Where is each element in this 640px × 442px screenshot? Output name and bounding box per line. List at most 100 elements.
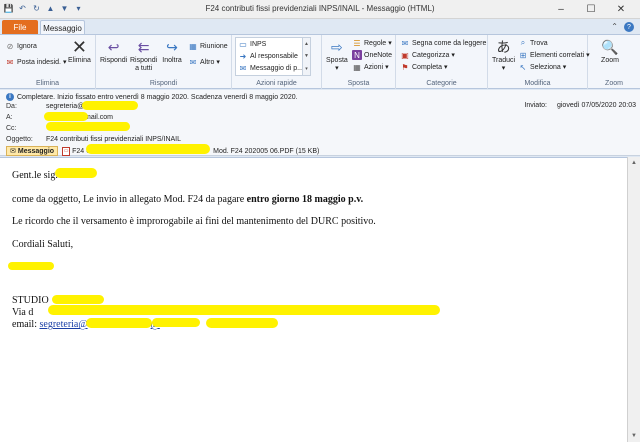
from-value[interactable]: segreteria@ bbox=[46, 103, 84, 110]
translate-button[interactable]: あ Traduci ▾ bbox=[492, 38, 515, 73]
group-label: Azioni rapide bbox=[256, 80, 297, 87]
group-label: Sposta bbox=[347, 80, 370, 87]
onenote-icon: N bbox=[352, 50, 362, 60]
actions-button[interactable]: ▦ Azioni ▾ bbox=[352, 62, 388, 72]
chevron-down-icon: ▾ bbox=[501, 65, 506, 72]
redaction-mark bbox=[152, 318, 200, 327]
redaction-mark bbox=[82, 101, 138, 110]
reply-all-icon: ⇇ bbox=[137, 39, 150, 55]
group-rispondi: ↩ Rispondi ⇇ Rispondi a tutti ↪ Inoltra … bbox=[96, 35, 232, 89]
help-icon[interactable]: ? bbox=[624, 22, 634, 32]
maximize-button[interactable]: ☐ bbox=[576, 1, 606, 17]
tab-message[interactable]: Messaggio bbox=[40, 20, 85, 35]
quick-step-manager[interactable]: ➜ Al responsabile bbox=[236, 50, 310, 62]
delete-icon: ✕ bbox=[71, 37, 88, 57]
quick-steps-list: ▭ INPS ➜ Al responsabile ✉ Messaggio di … bbox=[235, 37, 311, 76]
group-modifica: あ Traduci ▾ ⌕ Trova ⊞ Elementi correlati… bbox=[488, 35, 590, 89]
move-icon: ⇨ bbox=[331, 39, 343, 55]
forward-icon: ↪ bbox=[166, 39, 178, 55]
onenote-button[interactable]: N OneNote bbox=[352, 50, 392, 60]
subject-value: F24 contributi fissi previdenziali INPS/… bbox=[46, 136, 181, 143]
related-icon: ⊞ bbox=[519, 50, 527, 60]
junk-icon: ✉ bbox=[6, 57, 14, 67]
redaction-mark bbox=[48, 305, 440, 315]
redaction-mark bbox=[8, 262, 54, 270]
find-button[interactable]: ⌕ Trova bbox=[518, 38, 548, 48]
forward-icon: ➜ bbox=[239, 51, 247, 61]
reply-all-button[interactable]: ⇇ Rispondi a tutti bbox=[130, 38, 157, 73]
chevron-down-icon[interactable]: ▼ bbox=[304, 53, 309, 59]
redaction-mark bbox=[86, 318, 152, 328]
cc-row: Cc: bbox=[6, 125, 17, 132]
forward-button[interactable]: ↪ Inoltra bbox=[162, 38, 182, 65]
expand-icon[interactable]: ▾ bbox=[305, 66, 308, 72]
magnifier-icon: 🔍 bbox=[601, 39, 619, 55]
select-button[interactable]: ↖ Seleziona ▾ bbox=[518, 62, 567, 72]
meeting-button[interactable]: ▦ Riunione bbox=[188, 41, 227, 51]
ignore-icon: ⊘ bbox=[6, 41, 14, 51]
sent-date: Inviato: giovedì 07/05/2020 20:03 bbox=[524, 102, 636, 109]
redaction-mark bbox=[52, 295, 104, 304]
subject-row: Oggetto: F24 contributi fissi previdenzi… bbox=[6, 136, 181, 143]
group-azioni-rapide: ▭ INPS ➜ Al responsabile ✉ Messaggio di … bbox=[232, 35, 322, 89]
email-icon: ✉ bbox=[239, 63, 247, 73]
select-icon: ↖ bbox=[519, 62, 527, 72]
reply-button[interactable]: ↩ Rispondi bbox=[100, 38, 127, 65]
ribbon-tab-controls: ⌃ ? bbox=[611, 22, 634, 32]
quick-step-team-email[interactable]: ✉ Messaggio di p... bbox=[236, 62, 310, 74]
group-sposta: ⇨ Sposta ▾ ☰ Regole ▾ N OneNote ▦ Azioni… bbox=[322, 35, 396, 89]
mark-unread-button[interactable]: ✉ Segna come da leggere bbox=[400, 38, 487, 48]
ignore-button[interactable]: ⊘ Ignora bbox=[5, 41, 37, 51]
rules-icon: ☰ bbox=[353, 38, 361, 48]
title-bar: 💾 ↶ ↻ ▲ ▼ ▾ F24 contributi fissi previde… bbox=[0, 0, 640, 19]
group-zoom: 🔍 Zoom Zoom bbox=[588, 35, 640, 89]
tab-file[interactable]: File bbox=[2, 20, 38, 34]
email-link-1[interactable]: segreteria@ bbox=[40, 319, 88, 330]
redaction-mark bbox=[206, 318, 278, 328]
chevron-down-icon: ▾ bbox=[335, 65, 339, 72]
ribbon: ⊘ Ignora ✉ Posta indesid. ▾ ✕ Elimina El… bbox=[0, 34, 640, 89]
chevron-down-icon: ▾ bbox=[216, 59, 220, 66]
close-button[interactable]: ✕ bbox=[606, 1, 636, 17]
body-line-1: come da oggetto, Le invio in allegato Mo… bbox=[12, 194, 364, 205]
minimize-button[interactable]: – bbox=[546, 1, 576, 17]
scroll-up-icon[interactable]: ▲ bbox=[628, 157, 640, 169]
collapse-ribbon-icon[interactable]: ⌃ bbox=[611, 22, 618, 32]
info-icon: i bbox=[6, 93, 14, 101]
vertical-scrollbar[interactable]: ▲ ▼ bbox=[627, 157, 640, 442]
signature-address: Via d bbox=[12, 307, 34, 318]
group-categorie: ✉ Segna come da leggere ▣ Categorizza ▾ … bbox=[396, 35, 488, 89]
message-tab-button[interactable]: ✉ Messaggio bbox=[6, 146, 59, 156]
scroll-down-icon[interactable]: ▼ bbox=[628, 430, 640, 442]
quick-step-inps[interactable]: ▭ INPS bbox=[236, 38, 310, 50]
group-label: Zoom bbox=[605, 80, 623, 87]
categorize-button[interactable]: ▣ Categorizza ▾ bbox=[400, 50, 455, 60]
pdf-icon: ▭ bbox=[62, 146, 71, 156]
follow-up-button[interactable]: ⚑ Completa ▾ bbox=[400, 62, 447, 72]
redaction-mark bbox=[55, 168, 97, 178]
related-items-button[interactable]: ⊞ Elementi correlati ▾ bbox=[518, 50, 590, 60]
chevron-down-icon: ▾ bbox=[443, 64, 448, 71]
chevron-down-icon: ▾ bbox=[562, 64, 567, 71]
envelope-icon: ✉ bbox=[10, 148, 16, 155]
redaction-mark bbox=[44, 112, 88, 121]
group-label: Elimina bbox=[36, 80, 59, 87]
more-button[interactable]: ✉ Altro ▾ bbox=[188, 57, 220, 67]
ribbon-tabs: File Messaggio ⌃ ? bbox=[0, 19, 640, 35]
from-row: Da: segreteria@ bbox=[6, 103, 85, 110]
group-label: Rispondi bbox=[149, 80, 178, 87]
reply-icon: ↩ bbox=[107, 39, 120, 55]
category-icon: ▣ bbox=[401, 50, 409, 60]
delete-button[interactable]: ✕ Elimina bbox=[68, 38, 91, 65]
quick-steps-scrollbar[interactable]: ▲ ▼ ▾ bbox=[302, 38, 310, 75]
folder-icon: ▭ bbox=[239, 39, 247, 49]
binoculars-icon: ⌕ bbox=[520, 38, 526, 47]
chevron-up-icon[interactable]: ▲ bbox=[304, 41, 309, 47]
signature-studio: STUDIO bbox=[12, 295, 49, 306]
window-controls: – ☐ ✕ bbox=[546, 1, 636, 17]
rules-button[interactable]: ☰ Regole ▾ bbox=[352, 38, 391, 48]
redaction-mark bbox=[86, 144, 210, 154]
zoom-button[interactable]: 🔍 Zoom bbox=[600, 38, 620, 65]
move-button[interactable]: ⇨ Sposta ▾ bbox=[326, 38, 348, 73]
junk-button[interactable]: ✉ Posta indesid. ▾ bbox=[5, 57, 67, 67]
